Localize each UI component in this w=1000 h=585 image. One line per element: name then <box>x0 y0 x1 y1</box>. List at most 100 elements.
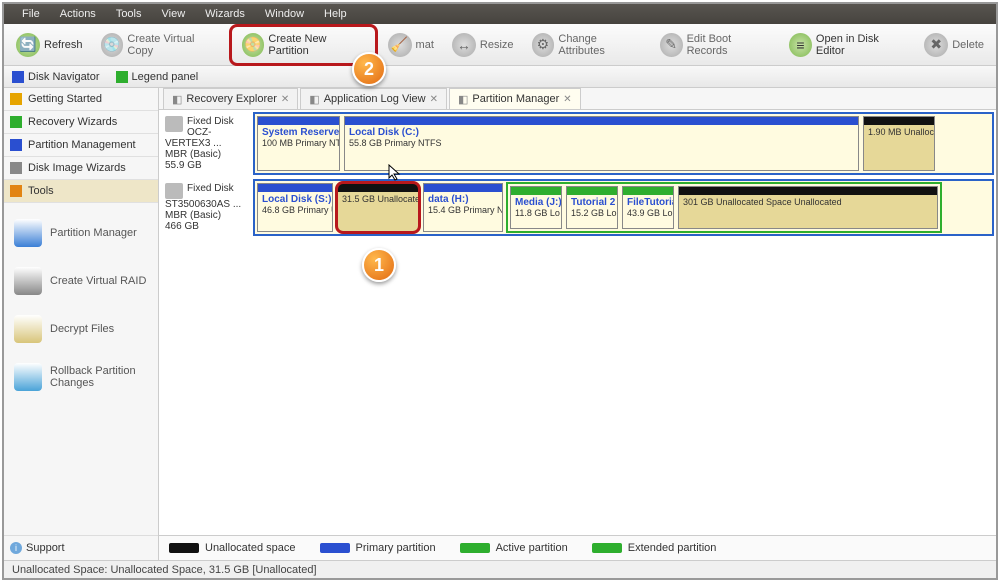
sidebar-item-recovery-wizards[interactable]: Recovery Wizards <box>4 111 158 134</box>
disk-scheme: MBR (Basic) <box>165 149 249 160</box>
sidebar-icon <box>10 162 22 174</box>
partition-body: 301 GB Unallocated Space Unallocated <box>679 195 937 228</box>
sidebar-item-getting-started[interactable]: Getting Started <box>4 88 158 111</box>
tool-create-virtual-raid[interactable]: Create Virtual RAID <box>10 257 152 305</box>
annotation-callout-2: 2 <box>352 52 386 86</box>
partition-bar <box>345 117 858 125</box>
refresh-icon: 🔄 <box>16 33 40 57</box>
partition[interactable]: Media (J:)11.8 GB Lo <box>510 186 562 229</box>
menu-file[interactable]: File <box>12 6 50 22</box>
close-icon[interactable]: ✕ <box>281 94 289 105</box>
statusbar: Unallocated Space: Unallocated Space, 31… <box>4 560 996 578</box>
refresh-button[interactable]: 🔄Refresh <box>8 29 91 61</box>
legend-panel-toggle[interactable]: Legend panel <box>112 68 203 85</box>
tab-partition-manager[interactable]: ◧Partition Manager✕ <box>449 88 581 109</box>
content-tabs: ◧ Recovery Explorer ✕ ◧ Application Log View… <box>159 88 996 110</box>
partition-title: Media (J:) <box>515 197 557 208</box>
resize-icon: ↔ <box>452 33 476 57</box>
legend-item: Active partition <box>460 542 568 554</box>
partition-subtitle: 43.9 GB Lo <box>627 208 669 218</box>
disk-info[interactable]: Fixed DiskST3500630AS ...MBR (Basic)466 … <box>161 179 253 236</box>
partition-bar <box>567 187 617 195</box>
annotation-callout-1: 1 <box>362 248 396 282</box>
close-icon[interactable]: ✕ <box>563 94 571 105</box>
tab-application-log-view[interactable]: ◧ Application Log View ✕ <box>300 88 447 109</box>
menubar: FileActionsToolsViewWizardsWindowHelp <box>4 4 996 24</box>
disk-row: Fixed DiskST3500630AS ...MBR (Basic)466 … <box>161 179 994 236</box>
partition[interactable]: Tutorial 215.2 GB Lo <box>566 186 618 229</box>
partition[interactable]: Local Disk (S:)46.8 GB Primary Un <box>257 183 333 232</box>
create-virtual-copy-icon: 💿 <box>101 33 124 57</box>
delete-icon: ✖ <box>924 33 948 57</box>
sidebar-label: Disk Image Wizards <box>28 162 126 174</box>
toolbar-label: Edit Boot Records <box>687 33 771 57</box>
extended-partition-group: Media (J:)11.8 GB LoTutorial 215.2 GB Lo… <box>506 182 942 233</box>
sidebar-label: Partition Management <box>28 139 136 151</box>
tab-recovery-explorer[interactable]: ◧ Recovery Explorer ✕ <box>163 88 298 109</box>
disk-row: Fixed DiskOCZ-VERTEX3 ...MBR (Basic)55.9… <box>161 112 994 175</box>
support-link[interactable]: i Support <box>4 535 158 560</box>
sidebar-item-partition-management[interactable]: Partition Management <box>4 134 158 157</box>
tool-label: Rollback Partition Changes <box>50 365 148 389</box>
tab-label: Application Log View <box>324 93 426 105</box>
menu-actions[interactable]: Actions <box>50 6 106 22</box>
partition-unallocated[interactable]: 31.5 GB Unallocated <box>337 183 419 232</box>
disk-viewer: Fixed DiskOCZ-VERTEX3 ...MBR (Basic)55.9… <box>159 110 996 535</box>
partition-bar <box>623 187 673 195</box>
partition-bar <box>258 117 339 125</box>
tool-label: Create Virtual RAID <box>50 275 146 287</box>
tool-decrypt-files[interactable]: Decrypt Files <box>10 305 152 353</box>
partition[interactable]: FileTutoria43.9 GB Lo <box>622 186 674 229</box>
partition-unallocated[interactable]: 1.90 MB Unallocated <box>863 116 935 171</box>
tab-label: Recovery Explorer <box>186 93 276 105</box>
menu-wizards[interactable]: Wizards <box>195 6 255 22</box>
tab-icon: ◧ <box>172 93 182 106</box>
menu-view[interactable]: View <box>152 6 196 22</box>
tab-icon: ◧ <box>309 93 319 106</box>
partition-body: data (H:)15.4 GB Primary NT <box>424 192 502 231</box>
partition-body: System Reserved100 MB Primary NTFS <box>258 125 339 170</box>
tool-partition-manager[interactable]: Partition Manager <box>10 209 152 257</box>
partition-bar <box>511 187 561 195</box>
disk-size: 466 GB <box>165 221 249 232</box>
change-attributes-button: ⚙Change Attributes <box>524 29 650 61</box>
partition-bar <box>338 184 418 192</box>
partition[interactable]: Local Disk (C:)55.8 GB Primary NTFS <box>344 116 859 171</box>
menu-tools[interactable]: Tools <box>106 6 152 22</box>
sidebar-item-disk-image-wizards[interactable]: Disk Image Wizards <box>4 157 158 180</box>
create-new-partition-button[interactable]: 📀Create New Partition <box>234 29 373 61</box>
tool-icon <box>14 267 42 295</box>
tool-icon <box>14 363 42 391</box>
disk-icon <box>165 183 183 199</box>
create-virtual-copy-button: 💿Create Virtual Copy <box>93 29 227 61</box>
sidebar-icon <box>10 185 22 197</box>
partition-subtitle: 1.90 MB Unallocated <box>868 127 930 137</box>
delete-button: ✖Delete <box>916 29 992 61</box>
legend-swatch <box>320 543 350 553</box>
panel-icon <box>116 71 128 83</box>
open-in-disk-editor-button[interactable]: ≡Open in Disk Editor <box>781 29 914 61</box>
menu-help[interactable]: Help <box>314 6 357 22</box>
partition-subtitle: 100 MB Primary NTFS <box>262 138 335 148</box>
legend-label: Extended partition <box>628 542 717 554</box>
close-icon[interactable]: ✕ <box>430 94 438 105</box>
disk-info[interactable]: Fixed DiskOCZ-VERTEX3 ...MBR (Basic)55.9… <box>161 112 253 175</box>
sidebar-icon <box>10 93 22 105</box>
partition[interactable]: data (H:)15.4 GB Primary NT <box>423 183 503 232</box>
tool-rollback-partition-changes[interactable]: Rollback Partition Changes <box>10 353 152 401</box>
partition-bar <box>679 187 937 195</box>
disk-navigator-toggle[interactable]: Disk Navigator <box>8 68 104 85</box>
partition-subtitle: 31.5 GB Unallocated <box>342 194 414 204</box>
partition-title: Local Disk (C:) <box>349 127 854 138</box>
partition-subtitle: 55.8 GB Primary NTFS <box>349 138 854 148</box>
toolbar-label: Create New Partition <box>268 33 364 57</box>
tool-label: Decrypt Files <box>50 323 114 335</box>
partition-subtitle: 15.4 GB Primary NT <box>428 205 498 215</box>
sidebar-item-tools[interactable]: Tools <box>4 180 158 203</box>
menu-window[interactable]: Window <box>255 6 314 22</box>
toolbar: 🔄Refresh💿Create Virtual Copy📀Create New … <box>4 24 996 66</box>
tool-icon <box>14 219 42 247</box>
legend-label: Active partition <box>496 542 568 554</box>
partition[interactable]: System Reserved100 MB Primary NTFS <box>257 116 340 171</box>
partition-unallocated[interactable]: 301 GB Unallocated Space Unallocated <box>678 186 938 229</box>
